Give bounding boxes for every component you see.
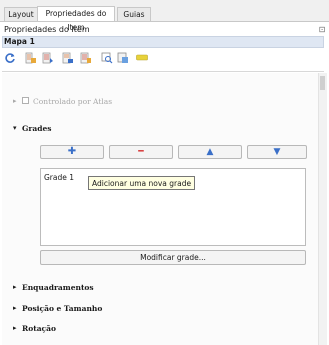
add-grid-button[interactable]: ✚ [40,145,104,159]
tab-item-properties[interactable]: Propriedades do Item [37,6,115,32]
grids-section-title[interactable]: Grades [22,124,51,133]
expand-arrow-icon[interactable]: ▸ [13,97,17,105]
map-lock-icon[interactable] [25,52,37,64]
toolbar-divider [2,71,324,72]
item-name-bar [2,36,324,48]
label-icon[interactable] [136,54,148,62]
tab-divider [0,21,329,22]
map-toolbar [2,49,324,69]
expand-arrow-icon[interactable]: ▸ [13,304,17,312]
collapse-arrow-icon[interactable]: ▾ [13,124,17,132]
scrollbar-thumb[interactable] [320,76,325,90]
map-extent-icon[interactable] [62,52,74,64]
position-size-section-title[interactable]: Posição e Tamanho [22,304,102,313]
frames-section-title[interactable]: Enquadramentos [22,283,94,292]
map-settings-icon[interactable] [117,52,129,64]
atlas-icon[interactable] [80,52,92,64]
refresh-icon[interactable] [4,52,16,64]
tab-guides[interactable]: Guias [117,7,151,21]
map-set-icon[interactable] [42,52,54,64]
move-grid-up-button[interactable]: ▲ [178,145,242,159]
atlas-checkbox[interactable] [22,97,29,104]
modify-grid-button[interactable]: Modificar grade... [40,250,306,265]
add-grid-tooltip: Adicionar uma nova grade [88,176,196,190]
tab-bar: Layout Propriedades do Item Guias [0,0,329,32]
move-grid-down-button[interactable]: ▼ [247,145,307,159]
rotation-section-title[interactable]: Rotação [22,324,56,333]
list-item[interactable]: Grade 1 [44,173,74,182]
expand-arrow-icon[interactable]: ▸ [13,283,17,291]
item-name: Mapa 1 [4,37,35,46]
panel-title: Propriedades do Item [4,25,90,34]
expand-arrow-icon[interactable]: ▸ [13,324,17,332]
vertical-scrollbar[interactable] [318,73,327,345]
controlled-by-atlas-label: Controlado por Atlas [33,97,113,106]
remove-grid-button[interactable]: ━ [109,145,173,159]
panel-float-icon[interactable]: ⊡ [317,25,327,34]
zoom-map-icon[interactable] [101,52,113,64]
tab-layout[interactable]: Layout [4,7,38,21]
